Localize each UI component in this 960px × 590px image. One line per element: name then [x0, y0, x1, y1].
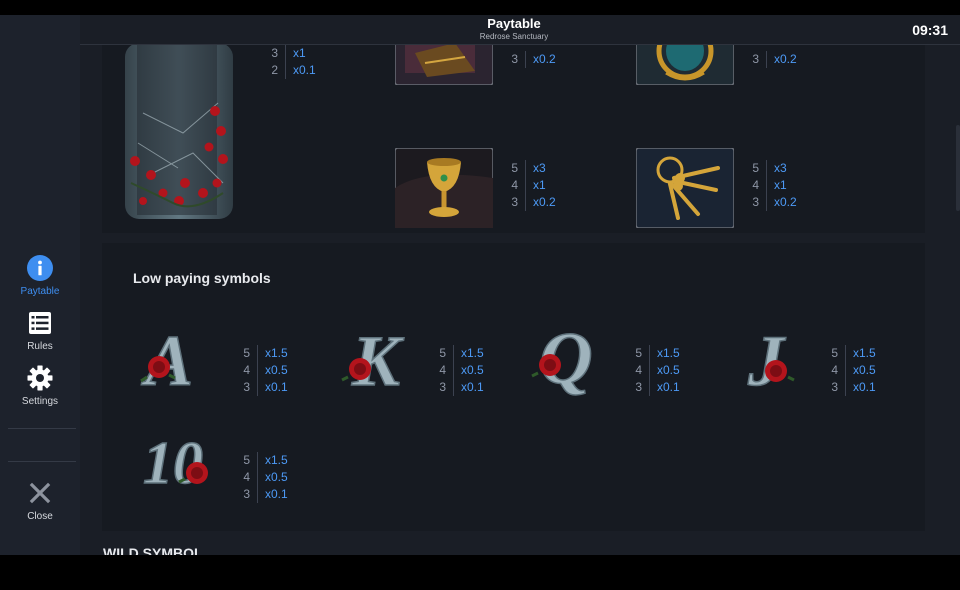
gear-icon	[27, 365, 53, 391]
pay-row: 5 x1.5	[635, 345, 680, 362]
chalice-paytable: 5 x3 4 x1 3 x0.2	[506, 160, 556, 211]
pay-row: 4 x0.5	[243, 362, 288, 379]
svg-text:J: J	[747, 321, 786, 397]
pay-row: 5 x1.5	[831, 345, 876, 362]
chalice-symbol	[394, 147, 494, 233]
mirror-symbol	[635, 45, 735, 90]
pay-row: 4 x0.5	[439, 362, 484, 379]
pay-row: 3 x0.2	[511, 51, 556, 68]
pay-row: 2 x0.1	[271, 62, 316, 79]
pay-row: 3 x0.1	[635, 379, 680, 396]
pay-row: 3 x0.2	[511, 194, 556, 211]
sidebar-divider	[8, 461, 76, 462]
letter-k-paytable: 5 x1.5 4 x0.5 3 x0.1	[434, 345, 484, 396]
mirror-paytable: 3 x0.2	[747, 51, 797, 68]
book-symbol	[394, 45, 494, 90]
pay-row: 5 x1.5	[243, 452, 288, 469]
sidebar-divider	[8, 428, 76, 429]
sidebar-item-rules[interactable]: Rules	[0, 310, 80, 358]
pay-row: 3 x0.1	[831, 379, 876, 396]
pay-row: 3 x1	[271, 45, 306, 62]
pay-row: 5 x1.5	[243, 345, 288, 362]
vial-paytable: 3 x1 2 x0.1	[266, 45, 316, 79]
pay-row: 4 x1	[511, 177, 546, 194]
low-paying-title: Low paying symbols	[133, 270, 271, 286]
sidebar-item-close[interactable]: Close	[0, 480, 80, 528]
sidebar-item-paytable[interactable]: Paytable	[0, 255, 80, 303]
pay-row: 4 x0.5	[831, 362, 876, 379]
letter-j-symbol: J	[734, 315, 806, 402]
top-letterbox	[0, 0, 960, 15]
rose-icon	[341, 358, 371, 382]
header: Paytable Redrose Sanctuary 09:31	[80, 15, 960, 45]
sidebar-item-label: Paytable	[20, 286, 60, 297]
rose-icon	[765, 360, 795, 382]
letter-a-paytable: 5 x1.5 4 x0.5 3 x0.1	[238, 345, 288, 396]
rose-icon	[531, 354, 561, 378]
pay-row: 4 x0.5	[635, 362, 680, 379]
keys-paytable: 5 x3 4 x1 3 x0.2	[747, 160, 797, 211]
pay-row: 5 x1.5	[439, 345, 484, 362]
book-paytable: 3 x0.2	[506, 51, 556, 68]
wild-symbol-title: WILD SYMBOL	[103, 545, 203, 555]
page-title: Paytable	[487, 16, 541, 31]
keys-symbol	[635, 147, 735, 233]
letter-k-symbol: K	[338, 315, 410, 402]
close-icon	[27, 480, 53, 506]
number-ten-paytable: 5 x1.5 4 x0.5 3 x0.1	[238, 452, 288, 503]
pay-row: 5 x3	[752, 160, 787, 177]
svg-text:A: A	[141, 321, 193, 397]
pay-row: 4 x1	[752, 177, 787, 194]
letter-q-paytable: 5 x1.5 4 x0.5 3 x0.1	[630, 345, 680, 396]
sidebar-item-label: Rules	[27, 341, 53, 352]
scrollbar-thumb[interactable]	[956, 125, 960, 211]
letter-j-paytable: 5 x1.5 4 x0.5 3 x0.1	[826, 345, 876, 396]
sidebar-item-label: Close	[27, 511, 53, 522]
paytable-scroll-area[interactable]: 3 x1 2 x0.1 3 x0.2 3 x0.2 5 x3 4 x1 3 x0…	[80, 45, 960, 555]
vial-roses-symbol	[123, 45, 241, 228]
main-area: Paytable Redrose Sanctuary 09:31 3 x1 2 …	[80, 15, 960, 555]
pay-row: 3 x0.1	[439, 379, 484, 396]
pay-row: 3 x0.2	[752, 194, 797, 211]
pay-row: 3 x0.2	[752, 51, 797, 68]
number-ten-symbol: 10	[133, 427, 219, 504]
letter-q-symbol: Q	[528, 313, 604, 402]
pay-row: 4 x0.5	[243, 469, 288, 486]
pay-row: 3 x0.1	[243, 379, 288, 396]
list-icon	[27, 310, 53, 336]
clock: 09:31	[912, 22, 948, 38]
game-subtitle: Redrose Sanctuary	[479, 32, 549, 41]
sidebar-item-label: Settings	[21, 396, 59, 407]
pay-row: 3 x0.1	[243, 486, 288, 503]
letter-a-symbol: A	[133, 315, 205, 402]
pay-row: 5 x3	[511, 160, 546, 177]
sidebar: Paytable Rules Settings Close	[0, 15, 80, 555]
sidebar-item-settings[interactable]: Settings	[0, 365, 80, 413]
info-icon	[27, 255, 53, 281]
bottom-letterbox	[0, 555, 960, 590]
